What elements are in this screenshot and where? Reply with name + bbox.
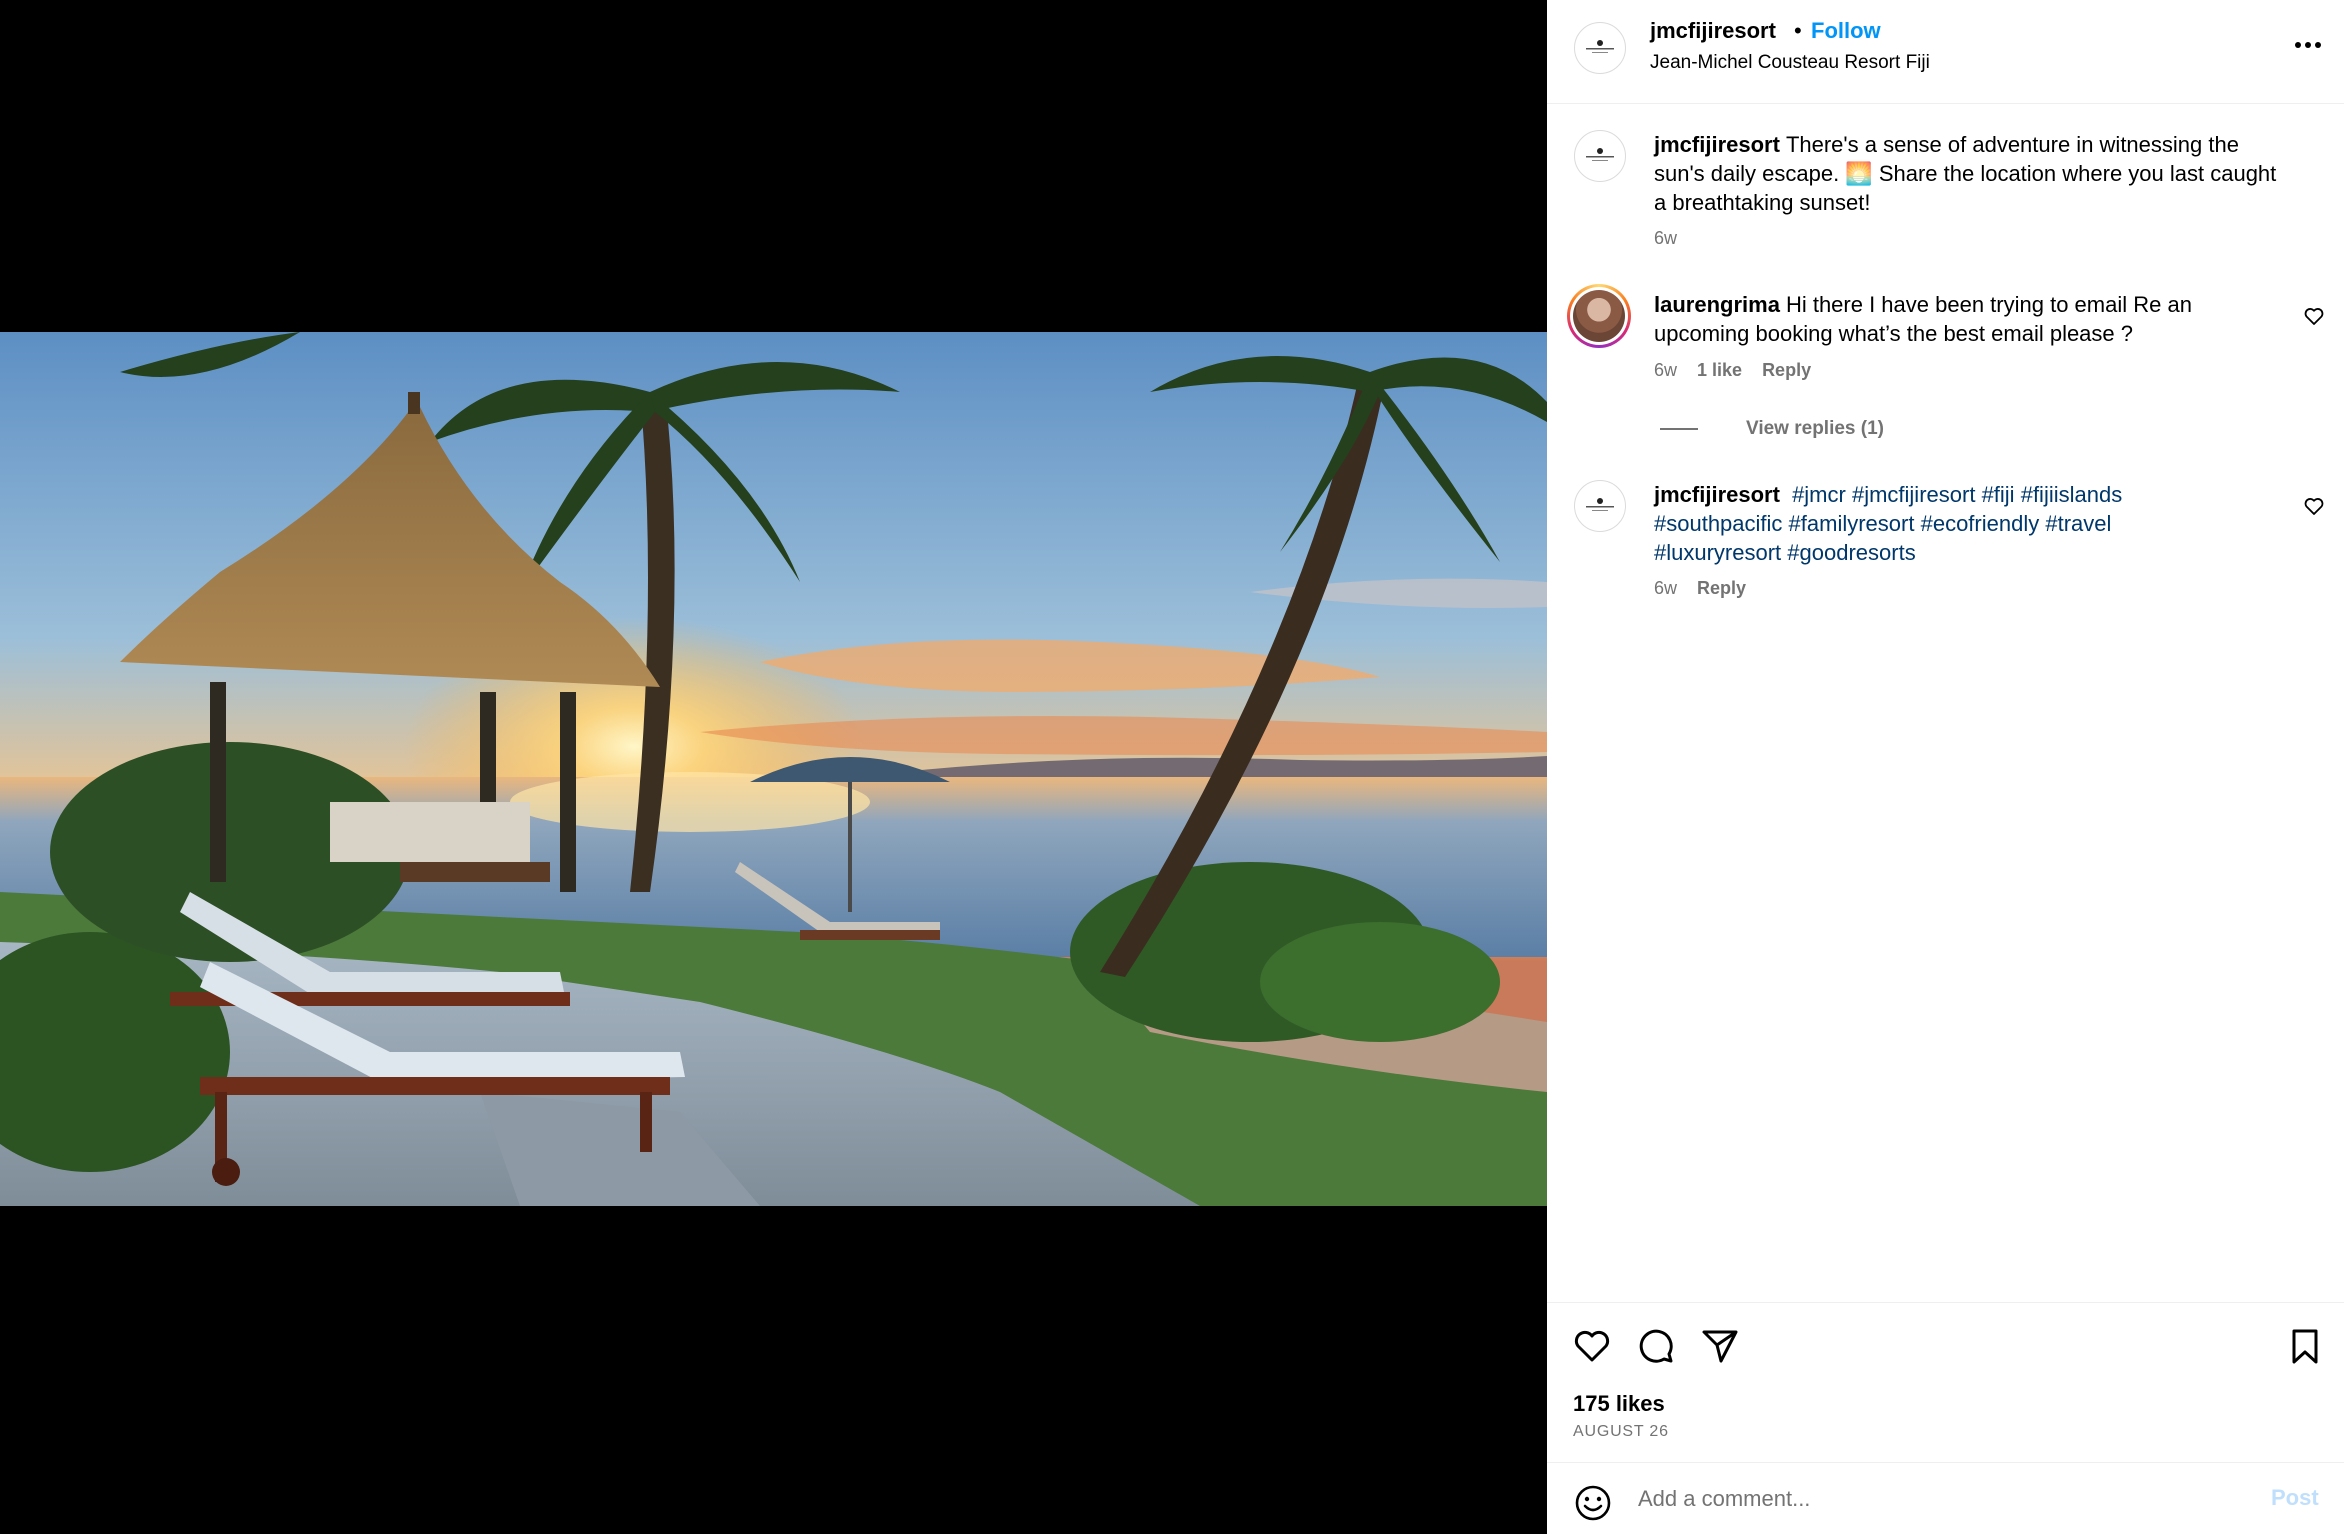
- follow-button[interactable]: Follow: [1811, 18, 1881, 44]
- hashtag-link[interactable]: #jmcr: [1792, 482, 1846, 507]
- instagram-post-view: jmcfijiresort • Follow Jean-Michel Coust…: [0, 0, 2344, 1534]
- resort-logo-icon: [1586, 498, 1614, 511]
- post-photo[interactable]: [0, 332, 1547, 1206]
- hashtag-link[interactable]: #goodresorts: [1787, 540, 1915, 565]
- reply-button[interactable]: Reply: [1762, 360, 1811, 381]
- comment-like-heart-icon[interactable]: [2302, 304, 2326, 328]
- view-replies-button[interactable]: View replies (1): [1660, 416, 1884, 442]
- caption-username[interactable]: jmcfijiresort: [1654, 132, 1780, 157]
- location-link[interactable]: Jean-Michel Cousteau Resort Fiji: [1650, 52, 1930, 74]
- hashtag-link[interactable]: #fijiislands: [2021, 482, 2123, 507]
- comment-input[interactable]: [1638, 1479, 2198, 1519]
- resort-logo-icon: [1586, 148, 1614, 161]
- caption-meta: 6w: [1654, 228, 1677, 249]
- more-options-button[interactable]: [2288, 30, 2328, 60]
- more-horizontal-icon: [2295, 42, 2321, 48]
- add-comment-bar: Post: [1547, 1462, 2344, 1534]
- hashtag-comment-avatar[interactable]: [1574, 480, 1626, 532]
- comment-meta: 6w 1 like Reply: [1654, 360, 1811, 381]
- hashtag-text-block: jmcfijiresort #jmcr #jmcfijiresort #fiji…: [1654, 480, 2174, 567]
- resort-logo-icon: [1586, 40, 1614, 53]
- caption-avatar[interactable]: [1574, 130, 1626, 182]
- heart-icon[interactable]: [1571, 1325, 1613, 1367]
- post-comment-button[interactable]: Post: [2271, 1485, 2319, 1511]
- caption-time[interactable]: 6w: [1654, 228, 1677, 249]
- hashtag-comment-username[interactable]: jmcfijiresort: [1654, 482, 1780, 507]
- bookmark-icon[interactable]: [2284, 1325, 2326, 1367]
- media-pane: [0, 0, 1547, 1534]
- comment-time[interactable]: 6w: [1654, 360, 1677, 381]
- sunset-beach-image: [0, 332, 1547, 1206]
- hashtag-comment-time[interactable]: 6w: [1654, 578, 1677, 599]
- header-separator: •: [1794, 18, 1802, 43]
- caption-text-block: jmcfijiresort There's a sense of adventur…: [1654, 130, 2284, 217]
- likes-count[interactable]: 175 likes: [1573, 1391, 1665, 1417]
- reply-button[interactable]: Reply: [1697, 578, 1746, 599]
- hashtag-comment-meta: 6w Reply: [1654, 578, 1746, 599]
- comment-icon[interactable]: [1635, 1325, 1677, 1367]
- hashtag-link[interactable]: #familyresort: [1789, 511, 1915, 536]
- account-avatar[interactable]: [1574, 22, 1626, 74]
- share-icon[interactable]: [1699, 1325, 1741, 1367]
- replies-divider: [1660, 428, 1698, 430]
- hashtag-link[interactable]: #fiji: [1982, 482, 2015, 507]
- comment-text-block: laurengrima Hi there I have been trying t…: [1654, 290, 2284, 348]
- view-replies-label: View replies (1): [1746, 418, 1884, 439]
- hashtag-link[interactable]: #jmcfijiresort: [1852, 482, 1975, 507]
- commenter-avatar[interactable]: [1567, 284, 1631, 348]
- post-actions: 175 likes AUGUST 26: [1547, 1302, 2344, 1462]
- comment-like-heart-icon[interactable]: [2302, 494, 2326, 518]
- hashtag-link[interactable]: #luxuryresort: [1654, 540, 1781, 565]
- hashtag-link[interactable]: #travel: [2045, 511, 2111, 536]
- comment-username[interactable]: laurengrima: [1654, 292, 1780, 317]
- hashtag-link[interactable]: #southpacific: [1654, 511, 1782, 536]
- post-sidebar: jmcfijiresort • Follow Jean-Michel Coust…: [1547, 0, 2344, 1534]
- emoji-icon[interactable]: [1573, 1483, 1613, 1523]
- post-date[interactable]: AUGUST 26: [1573, 1423, 1669, 1441]
- header-username[interactable]: jmcfijiresort: [1650, 18, 1776, 44]
- post-header: jmcfijiresort • Follow Jean-Michel Coust…: [1547, 0, 2344, 104]
- comment-like-count[interactable]: 1 like: [1697, 360, 1742, 381]
- hashtag-link[interactable]: #ecofriendly: [1921, 511, 2040, 536]
